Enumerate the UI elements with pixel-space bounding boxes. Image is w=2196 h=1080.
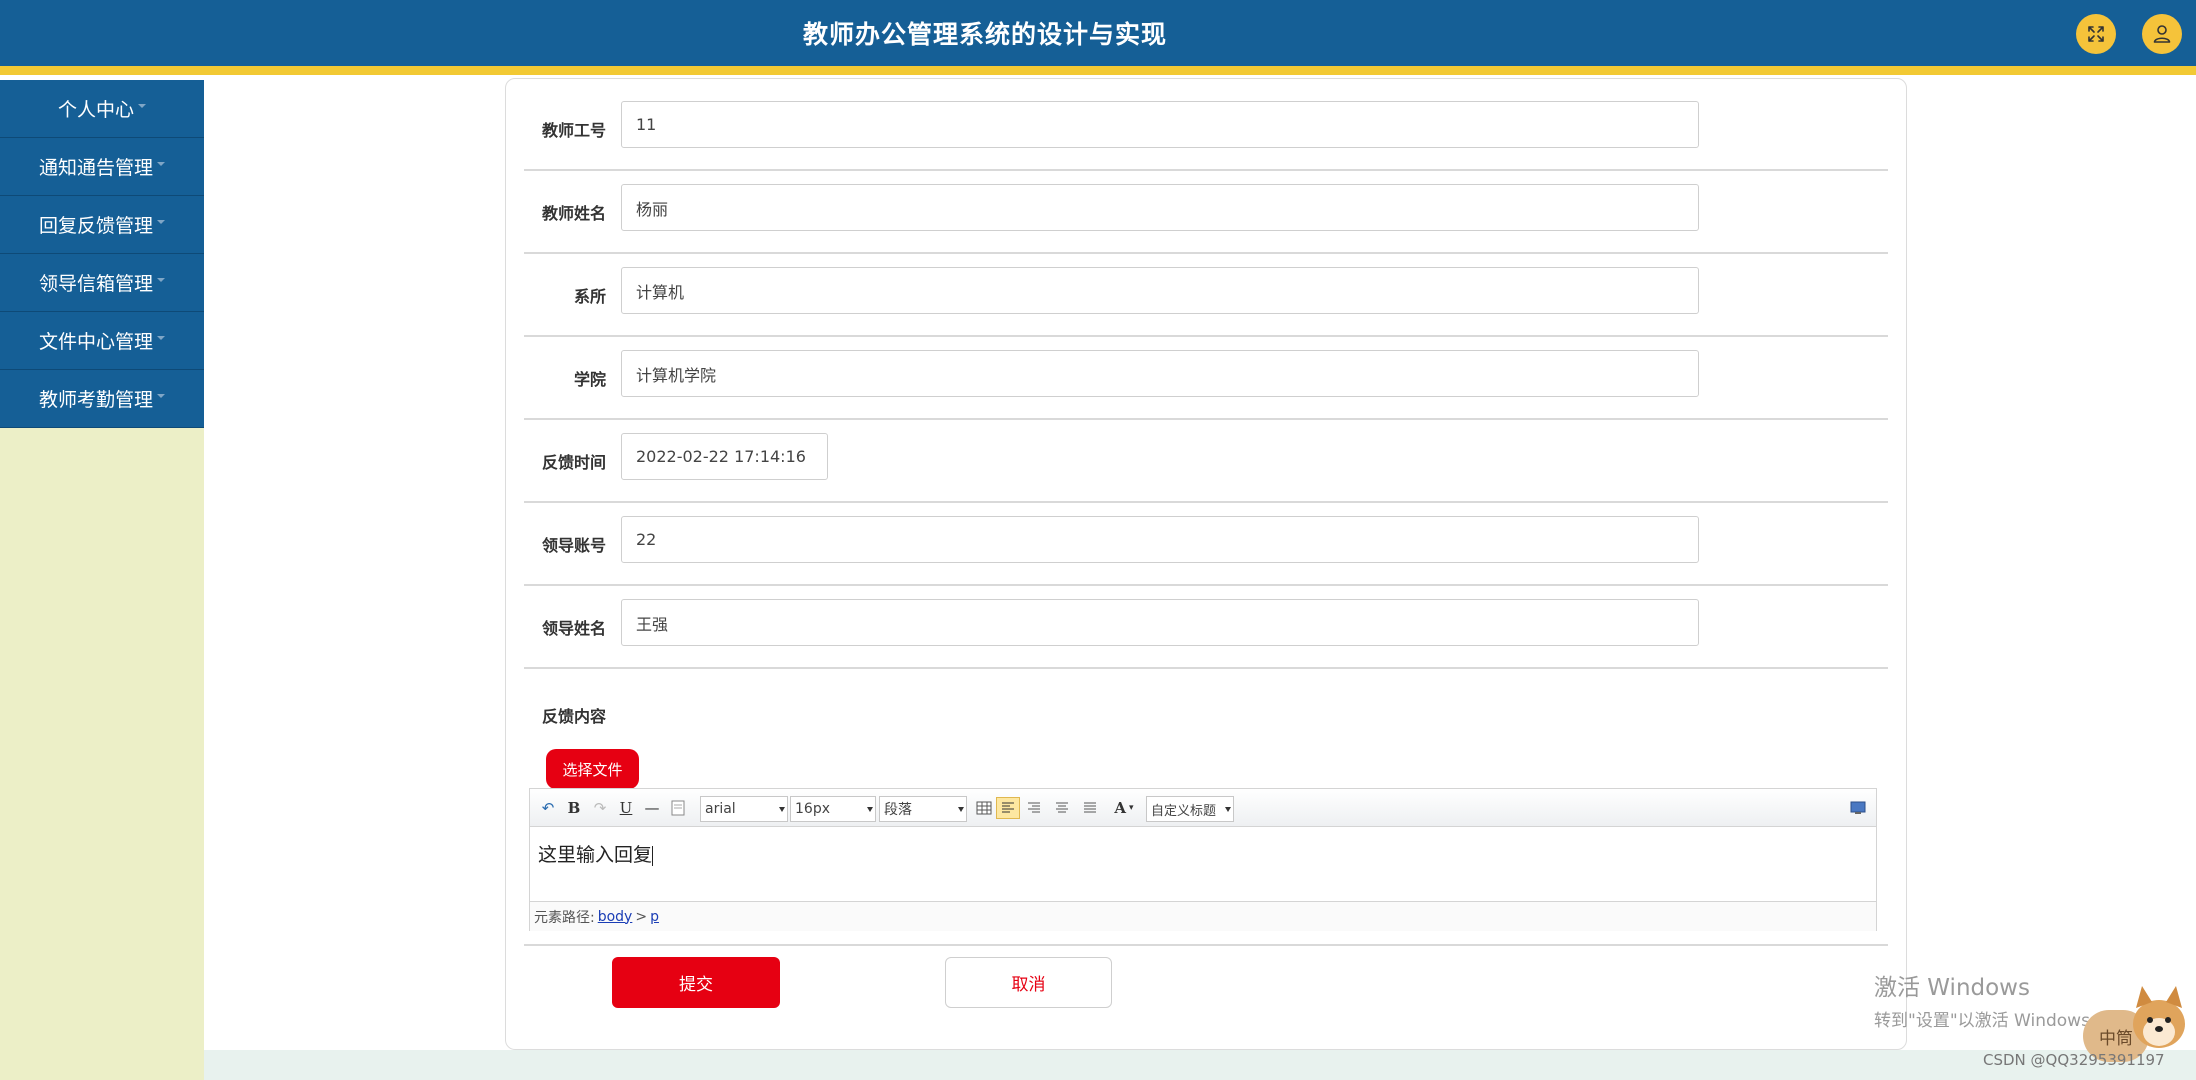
sidebar-item-personal-center[interactable]: 个人中心 (0, 80, 204, 138)
rich-text-editor: ↶ B ↷ U — arial 16px 段落 A ▾ 自定义标题 这里输入回复… (529, 788, 1877, 931)
sidebar: 个人中心 通知通告管理 回复反馈管理 领导信箱管理 文件中心管理 教师考勤管理 (0, 80, 204, 1080)
table-icon[interactable] (974, 797, 994, 819)
caret-down-icon (157, 277, 165, 282)
paste-icon[interactable] (668, 797, 688, 819)
college-input[interactable] (621, 350, 1699, 397)
header-accent-stripe (0, 66, 2196, 75)
font-size-value: 16px (795, 801, 830, 817)
feedback-content-label: 反馈内容 (541, 707, 606, 726)
row-leader-name: 领导姓名 (524, 586, 1888, 669)
expand-icon (2088, 26, 2104, 42)
app-title: 教师办公管理系统的设计与实现 (802, 20, 1167, 49)
path-body-link[interactable]: body (598, 909, 633, 925)
caret-down-icon (157, 393, 165, 398)
main-bottom-strip (204, 1050, 2196, 1080)
watermark-line-1: 激活 Windows (1874, 975, 2030, 1001)
teacher-id-input[interactable] (621, 101, 1699, 148)
windows-activation-watermark: 激活 Windows 转到"设置"以激活 Windows。 (1874, 968, 2107, 1031)
teacher-name-input[interactable] (621, 184, 1699, 231)
cancel-button[interactable]: 取消 (945, 957, 1112, 1008)
element-path-label: 元素路径: (534, 909, 595, 926)
submit-button[interactable]: 提交 (612, 957, 780, 1008)
department-label: 系所 (573, 286, 606, 306)
form-divider (524, 944, 1888, 946)
feedback-time-input[interactable] (621, 433, 828, 480)
college-label: 学院 (573, 369, 606, 389)
caret-down-icon (157, 335, 165, 340)
align-left-icon[interactable] (996, 797, 1020, 819)
sidebar-item-label: 通知通告管理 (38, 157, 153, 179)
align-right-icon[interactable] (1024, 797, 1044, 819)
path-p-link[interactable]: p (650, 909, 659, 925)
underline-icon[interactable]: U (616, 797, 636, 819)
font-family-select[interactable]: arial (700, 796, 788, 822)
sidebar-item-label: 教师考勤管理 (38, 389, 153, 411)
align-center-icon[interactable] (1052, 797, 1072, 819)
teacher-id-label: 教师工号 (541, 120, 606, 140)
text-cursor (652, 845, 654, 866)
editor-toolbar: ↶ B ↷ U — arial 16px 段落 A ▾ 自定义标题 (530, 789, 1876, 827)
csdn-watermark: CSDN @QQ3295391197 (1983, 1051, 2165, 1069)
paragraph-select[interactable]: 段落 (879, 796, 967, 822)
sidebar-item-label: 个人中心 (57, 99, 134, 121)
sidebar-item-notice-management[interactable]: 通知通告管理 (0, 138, 204, 196)
leader-name-input[interactable] (621, 599, 1699, 646)
leader-account-input[interactable] (621, 516, 1699, 563)
sidebar-item-label: 领导信箱管理 (38, 273, 153, 295)
department-input[interactable] (621, 267, 1699, 314)
caret-down-icon (157, 161, 165, 166)
sidebar-item-feedback-management[interactable]: 回复反馈管理 (0, 196, 204, 254)
leader-account-label: 领导账号 (541, 535, 606, 555)
sidebar-item-label: 回复反馈管理 (38, 215, 153, 237)
bold-icon[interactable]: B (564, 797, 584, 819)
font-family-value: arial (705, 801, 736, 817)
teacher-name-label: 教师姓名 (541, 203, 606, 223)
custom-heading-select[interactable]: 自定义标题 (1146, 796, 1234, 822)
sidebar-item-label: 文件中心管理 (38, 331, 153, 353)
caret-down-icon (157, 219, 165, 224)
fullscreen-editor-icon[interactable] (1848, 797, 1868, 819)
row-department: 系所 (524, 254, 1888, 337)
sidebar-item-file-center[interactable]: 文件中心管理 (0, 312, 204, 370)
feedback-time-label: 反馈时间 (541, 452, 606, 472)
watermark-line-2: 转到"设置"以激活 Windows。 (1874, 1011, 2107, 1031)
row-college: 学院 (524, 337, 1888, 420)
top-header: 教师办公管理系统的设计与实现 (0, 0, 2196, 66)
choose-file-button[interactable]: 选择文件 (546, 749, 639, 789)
fullscreen-button[interactable] (2076, 14, 2116, 54)
leader-name-label: 领导姓名 (541, 618, 606, 638)
row-teacher-id: 教师工号 (524, 88, 1888, 171)
undo-icon[interactable]: ↶ (538, 797, 558, 819)
horizontal-rule-icon[interactable]: — (642, 797, 662, 819)
sidebar-item-leader-mailbox[interactable]: 领导信箱管理 (0, 254, 204, 312)
editor-element-path: 元素路径: body > p (530, 901, 1876, 931)
font-size-select[interactable]: 16px (790, 796, 876, 822)
row-leader-account: 领导账号 (524, 503, 1888, 586)
user-button[interactable] (2142, 14, 2182, 54)
redo-icon[interactable]: ↷ (590, 797, 610, 819)
align-justify-icon[interactable] (1080, 797, 1100, 819)
custom-heading-value: 自定义标题 (1151, 803, 1217, 819)
row-teacher-name: 教师姓名 (524, 171, 1888, 254)
editor-content-text: 这里输入回复 (538, 844, 653, 866)
caret-down-icon (138, 103, 146, 108)
font-color-icon[interactable]: A ▾ (1108, 797, 1140, 819)
path-separator: > (635, 908, 648, 925)
editor-content-area[interactable]: 这里输入回复 (530, 828, 1876, 901)
row-feedback-time: 反馈时间 (524, 420, 1888, 503)
user-icon (2153, 25, 2171, 43)
shiba-mascot-icon (2133, 986, 2185, 1048)
paragraph-value: 段落 (884, 802, 912, 818)
sidebar-item-attendance[interactable]: 教师考勤管理 (0, 370, 204, 428)
